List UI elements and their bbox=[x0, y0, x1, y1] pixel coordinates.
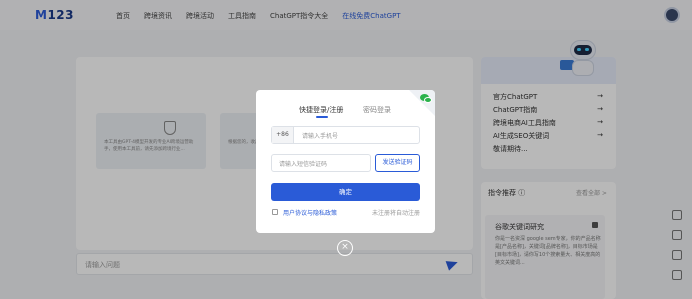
close-modal-button[interactable]: × bbox=[337, 240, 353, 256]
sms-code-field[interactable]: 请输入短信验证码 bbox=[271, 154, 371, 172]
agreement-row: 用户协议与隐私政策 未注册将自动注册 bbox=[271, 208, 420, 218]
active-tab-indicator bbox=[316, 116, 328, 118]
tab-password-login[interactable]: 密码登录 bbox=[363, 105, 391, 115]
send-code-button[interactable]: 发送验证码 bbox=[375, 154, 420, 172]
phone-field[interactable]: +86 请输入手机号 bbox=[271, 126, 420, 144]
login-modal: 快捷登录/注册 密码登录 +86 请输入手机号 请输入短信验证码 发送验证码 确… bbox=[256, 90, 435, 233]
sms-code-placeholder: 请输入短信验证码 bbox=[279, 161, 328, 168]
wechat-login-corner[interactable] bbox=[409, 90, 435, 116]
agreement-link[interactable]: 用户协议与隐私政策 bbox=[283, 208, 337, 217]
auto-register-note: 未注册将自动注册 bbox=[371, 210, 420, 217]
tab-quick-login[interactable]: 快捷登录/注册 bbox=[299, 105, 343, 115]
agreement-checkbox[interactable] bbox=[272, 209, 278, 215]
confirm-button[interactable]: 确定 bbox=[271, 183, 420, 201]
wechat-icon bbox=[420, 94, 432, 104]
phone-placeholder: 请输入手机号 bbox=[302, 133, 339, 140]
country-code-prefix[interactable]: +86 bbox=[272, 127, 294, 143]
